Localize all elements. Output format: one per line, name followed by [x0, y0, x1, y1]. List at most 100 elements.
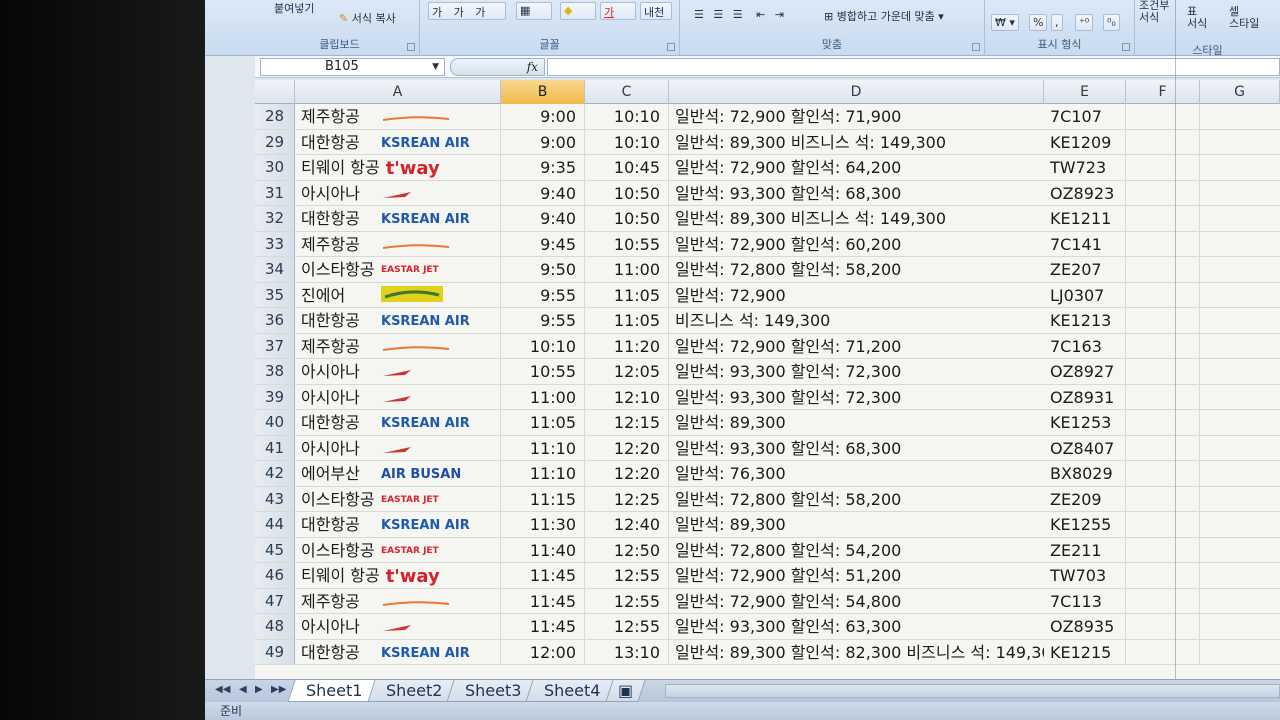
arrival-cell[interactable]: 12:15: [585, 410, 669, 435]
empty-cell[interactable]: [1126, 486, 1200, 511]
airline-cell[interactable]: 아시아나: [295, 180, 501, 205]
arrival-cell[interactable]: 10:55: [585, 231, 669, 256]
empty-cell[interactable]: [1200, 461, 1280, 486]
airline-cell[interactable]: 대한항공 KSREAN AIR: [295, 308, 501, 333]
column-header-f[interactable]: F: [1126, 80, 1200, 104]
empty-cell[interactable]: [1200, 410, 1280, 435]
insert-sheet-button[interactable]: ▣: [605, 680, 646, 702]
flight-number-cell[interactable]: TW723: [1044, 155, 1126, 180]
departure-cell[interactable]: 9:50: [501, 257, 585, 282]
flight-number-cell[interactable]: 7C113: [1044, 588, 1126, 613]
indent-increase-icon[interactable]: ⇥: [775, 8, 784, 21]
flight-number-cell[interactable]: ZE207: [1044, 257, 1126, 282]
last-sheet-icon[interactable]: ▶▶: [271, 684, 286, 695]
prev-sheet-icon[interactable]: ◀: [239, 684, 247, 695]
arrival-cell[interactable]: 12:20: [585, 435, 669, 460]
arrival-cell[interactable]: 10:10: [585, 129, 669, 154]
flight-number-cell[interactable]: 7C141: [1044, 231, 1126, 256]
airline-cell[interactable]: 대한항공 KSREAN AIR: [295, 410, 501, 435]
departure-cell[interactable]: 9:35: [501, 155, 585, 180]
airline-cell[interactable]: 이스타항공 EASTAR JET: [295, 537, 501, 562]
row-number[interactable]: 30: [255, 155, 295, 180]
fare-cell[interactable]: 일반석: 76,300: [669, 461, 1044, 486]
empty-cell[interactable]: [1126, 282, 1200, 307]
row-number[interactable]: 39: [255, 384, 295, 409]
font-color-button[interactable]: 가: [600, 2, 636, 20]
row-number[interactable]: 38: [255, 359, 295, 384]
flight-number-cell[interactable]: TW703: [1044, 563, 1126, 588]
fare-cell[interactable]: 일반석: 93,300 할인석: 72,300: [669, 385, 1044, 410]
empty-cell[interactable]: [1200, 155, 1280, 180]
empty-cell[interactable]: [1126, 104, 1200, 129]
flight-number-cell[interactable]: LJ0307: [1044, 282, 1126, 307]
arrival-cell[interactable]: 12:10: [585, 384, 669, 409]
empty-cell[interactable]: [1126, 435, 1200, 460]
empty-cell[interactable]: [1200, 512, 1280, 537]
empty-cell[interactable]: [1126, 614, 1200, 639]
empty-cell[interactable]: [1200, 487, 1280, 512]
worksheet-grid[interactable]: 28 제주항공 9:00 10:10 일반석: 72,900 할인석: 71,900 7C…: [255, 104, 1280, 679]
fare-cell[interactable]: 일반석: 72,900 할인석: 60,200: [669, 232, 1044, 257]
align-left-icon[interactable]: ☰: [694, 8, 704, 21]
flight-number-cell[interactable]: KE1255: [1044, 512, 1126, 537]
empty-cell[interactable]: [1200, 614, 1280, 639]
arrival-cell[interactable]: 11:00: [585, 257, 669, 282]
departure-cell[interactable]: 9:55: [501, 282, 585, 307]
next-sheet-icon[interactable]: ▶: [255, 684, 263, 695]
fare-cell[interactable]: 일반석: 72,900: [669, 283, 1044, 308]
arrival-cell[interactable]: 12:40: [585, 512, 669, 537]
empty-cell[interactable]: [1200, 589, 1280, 614]
column-header-c[interactable]: C: [585, 80, 669, 104]
flight-number-cell[interactable]: KE1253: [1044, 410, 1126, 435]
bold-button[interactable]: 가: [432, 6, 442, 19]
departure-cell[interactable]: 11:05: [501, 410, 585, 435]
format-painter-button[interactable]: ✎ 서식 복사: [335, 8, 400, 28]
arrival-cell[interactable]: 11:05: [585, 282, 669, 307]
arrival-cell[interactable]: 12:25: [585, 486, 669, 511]
departure-cell[interactable]: 11:15: [501, 486, 585, 511]
airline-cell[interactable]: 진에어: [295, 282, 501, 307]
airline-cell[interactable]: 아시아나: [295, 359, 501, 384]
fare-cell[interactable]: 일반석: 72,800 할인석: 58,200: [669, 487, 1044, 512]
empty-cell[interactable]: [1126, 308, 1200, 333]
select-all-corner[interactable]: [255, 80, 295, 104]
airline-cell[interactable]: 이스타항공 EASTAR JET: [295, 257, 501, 282]
fare-cell[interactable]: 일반석: 72,900 할인석: 71,200: [669, 334, 1044, 359]
fare-cell[interactable]: 일반석: 72,900 할인석: 54,800: [669, 589, 1044, 614]
departure-cell[interactable]: 10:10: [501, 333, 585, 358]
departure-cell[interactable]: 11:00: [501, 384, 585, 409]
arrival-cell[interactable]: 10:10: [585, 104, 669, 129]
airline-cell[interactable]: 티웨이 항공 t'way: [295, 563, 501, 588]
departure-cell[interactable]: 10:55: [501, 359, 585, 384]
departure-cell[interactable]: 9:00: [501, 129, 585, 154]
empty-cell[interactable]: [1126, 639, 1200, 664]
horizontal-scrollbar[interactable]: [665, 684, 1280, 698]
merge-center-button[interactable]: ⊞ 병합하고 가운데 맞춤 ▾: [820, 6, 948, 26]
row-number[interactable]: 41: [255, 435, 295, 460]
row-number[interactable]: 34: [255, 257, 295, 282]
fare-cell[interactable]: 일반석: 93,300 할인석: 68,300: [669, 436, 1044, 461]
row-number[interactable]: 44: [255, 512, 295, 537]
departure-cell[interactable]: 11:45: [501, 588, 585, 613]
chevron-down-icon[interactable]: ▼: [432, 59, 439, 75]
arrival-cell[interactable]: 12:55: [585, 614, 669, 639]
align-center-icon[interactable]: ☰: [713, 8, 723, 21]
departure-cell[interactable]: 11:30: [501, 512, 585, 537]
flight-number-cell[interactable]: KE1213: [1044, 308, 1126, 333]
empty-cell[interactable]: [1200, 283, 1280, 308]
fare-cell[interactable]: 일반석: 93,300 할인석: 63,300: [669, 614, 1044, 639]
empty-cell[interactable]: [1200, 436, 1280, 461]
column-header-a[interactable]: A: [295, 80, 501, 104]
empty-cell[interactable]: [1126, 231, 1200, 256]
arrival-cell[interactable]: 10:50: [585, 180, 669, 205]
arrival-cell[interactable]: 10:45: [585, 155, 669, 180]
column-header-g[interactable]: G: [1200, 80, 1280, 104]
arrival-cell[interactable]: 12:20: [585, 461, 669, 486]
arrival-cell[interactable]: 11:05: [585, 308, 669, 333]
dialog-launcher-icon[interactable]: [407, 43, 415, 51]
empty-cell[interactable]: [1200, 130, 1280, 155]
row-number[interactable]: 32: [255, 206, 295, 231]
departure-cell[interactable]: 9:40: [501, 180, 585, 205]
arrival-cell[interactable]: 12:50: [585, 537, 669, 562]
sheet-tab-4[interactable]: Sheet4: [525, 680, 620, 702]
